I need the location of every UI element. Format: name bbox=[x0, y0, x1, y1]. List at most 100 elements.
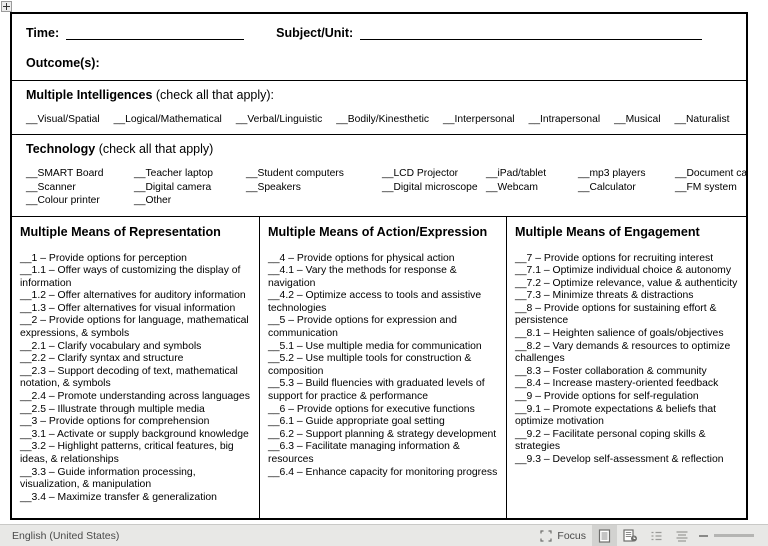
checklist-item[interactable]: __5.3 – Build fluencies with graduated l… bbox=[268, 378, 498, 403]
checklist-item[interactable]: __2.2 – Clarify syntax and structure bbox=[20, 353, 251, 366]
checklist-item[interactable]: __4 – Provide options for physical actio… bbox=[268, 253, 498, 266]
tech-option-ipad-tablet[interactable]: __iPad/tablet bbox=[486, 167, 578, 181]
checklist-item[interactable]: __5 – Provide options for expression and… bbox=[268, 315, 498, 340]
checklist-item[interactable]: __8.1 – Heighten salience of goals/objec… bbox=[515, 328, 738, 341]
multiple-intelligences-section: Multiple Intelligences (check all that a… bbox=[12, 81, 746, 135]
column-representation: Multiple Means of Representation __1 – P… bbox=[12, 216, 260, 518]
tech-option-lcd-projector[interactable]: __LCD Projector bbox=[382, 167, 486, 181]
outline-view-button[interactable] bbox=[669, 525, 695, 546]
checklist-item[interactable]: __1.2 – Offer alternatives for auditory … bbox=[20, 290, 251, 303]
checklist-item[interactable]: __9.3 – Develop self-assessment & reflec… bbox=[515, 454, 738, 467]
checklist-item[interactable]: __8.3 – Foster collaboration & community bbox=[515, 366, 738, 379]
checklist-item[interactable]: __2.4 – Promote understanding across lan… bbox=[20, 391, 251, 404]
tech-option-speakers[interactable]: __Speakers bbox=[246, 181, 382, 195]
subject-unit-label: Subject/Unit: bbox=[276, 26, 354, 40]
subject-unit-input[interactable] bbox=[360, 27, 703, 40]
technology-section: Technology (check all that apply) __SMAR… bbox=[12, 135, 746, 217]
checklist-item[interactable]: __2.3 – Support decoding of text, mathem… bbox=[20, 366, 251, 391]
checklist-item[interactable]: __2.5 – Illustrate through multiple medi… bbox=[20, 404, 251, 417]
tech-option-digital-microscope[interactable]: __Digital microscope bbox=[382, 181, 486, 195]
multiple-intelligences-options: __Visual/Spatial __Logical/Mathematical … bbox=[26, 113, 732, 126]
checklist-item[interactable]: __8 – Provide options for sustaining eff… bbox=[515, 303, 738, 328]
focus-frame-icon bbox=[540, 529, 553, 542]
checklist-item[interactable]: __5.1 – Use multiple media for communica… bbox=[268, 341, 498, 354]
mi-option-intrapersonal[interactable]: __Intrapersonal bbox=[529, 113, 601, 126]
checklist-item[interactable]: __2.1 – Clarify vocabulary and symbols bbox=[20, 341, 251, 354]
checklist-item[interactable]: __7.1 – Optimize individual choice & aut… bbox=[515, 265, 738, 278]
checklist-item[interactable]: __6.2 – Support planning & strategy deve… bbox=[268, 429, 498, 442]
tech-option-mp3-players[interactable]: __mp3 players bbox=[578, 167, 675, 181]
tech-option-other[interactable]: __Other bbox=[134, 194, 246, 208]
column-representation-list: __1 – Provide options for perception __1… bbox=[20, 253, 251, 505]
mi-title-rest: (check all that apply): bbox=[152, 88, 275, 102]
column-action-expression: Multiple Means of Action/Expression __4 … bbox=[260, 216, 507, 518]
mi-title-bold: Multiple Intelligences bbox=[26, 88, 153, 102]
checklist-item[interactable]: __6.4 – Enhance capacity for monitoring … bbox=[268, 467, 498, 480]
tech-option-smart-board[interactable]: __SMART Board bbox=[26, 167, 134, 181]
tech-option-fm-system[interactable]: __FM system bbox=[675, 181, 737, 195]
tech-option-scanner[interactable]: __Scanner bbox=[26, 181, 134, 195]
zoom-slider[interactable] bbox=[695, 534, 768, 537]
status-bar: English (United States) Focus bbox=[0, 524, 768, 546]
multi-page-view-icon bbox=[623, 528, 638, 543]
tech-title-rest: (check all that apply) bbox=[95, 142, 214, 156]
book-view-button[interactable] bbox=[644, 525, 669, 546]
tech-option-teacher-laptop[interactable]: __Teacher laptop bbox=[134, 167, 246, 181]
tech-option-webcam[interactable]: __Webcam bbox=[486, 181, 578, 195]
single-page-view-button[interactable] bbox=[592, 524, 617, 546]
tech-option-calculator[interactable]: __Calculator bbox=[578, 181, 675, 195]
single-page-view-icon bbox=[598, 528, 611, 543]
technology-options-grid: __SMART Board __Teacher laptop __Student… bbox=[26, 167, 746, 208]
checklist-item[interactable]: __8.4 – Increase mastery-oriented feedba… bbox=[515, 378, 738, 391]
checklist-item[interactable]: __9 – Provide options for self-regulatio… bbox=[515, 391, 738, 404]
checklist-item[interactable]: __8.2 – Vary demands & resources to opti… bbox=[515, 341, 738, 366]
mi-option-visual-spatial[interactable]: __Visual/Spatial bbox=[26, 113, 100, 126]
checklist-item[interactable]: __6 – Provide options for executive func… bbox=[268, 404, 498, 417]
zoom-slider-track[interactable] bbox=[714, 534, 754, 537]
mi-option-verbal-linguistic[interactable]: __Verbal/Linguistic bbox=[236, 113, 322, 126]
multi-page-view-button[interactable] bbox=[617, 525, 644, 546]
column-representation-title: Multiple Means of Representation bbox=[20, 224, 221, 239]
tech-option-document-camera[interactable]: __Document camera bbox=[675, 167, 746, 181]
checklist-item[interactable]: __1.1 – Offer ways of customizing the di… bbox=[20, 265, 251, 290]
focus-mode-button[interactable]: Focus bbox=[534, 525, 592, 546]
checklist-item[interactable]: __3.2 – Highlight patterns, critical fea… bbox=[20, 441, 251, 466]
checklist-item[interactable]: __3.4 – Maximize transfer & generalizati… bbox=[20, 492, 251, 505]
checklist-item[interactable]: __1.3 – Offer alternatives for visual in… bbox=[20, 303, 251, 316]
checklist-item[interactable]: __9.1 – Promote expectations & beliefs t… bbox=[515, 404, 738, 429]
tech-title-bold: Technology bbox=[26, 142, 96, 156]
time-label: Time: bbox=[26, 26, 60, 40]
status-bar-right-group: Focus bbox=[534, 524, 768, 546]
time-input[interactable] bbox=[66, 27, 245, 40]
time-subject-row: Time: Subject/Unit: bbox=[26, 26, 732, 40]
tech-option-student-computers[interactable]: __Student computers bbox=[246, 167, 382, 181]
checklist-item[interactable]: __4.2 – Optimize access to tools and ass… bbox=[268, 290, 498, 315]
checklist-item[interactable]: __3.1 – Activate or supply background kn… bbox=[20, 429, 251, 442]
mi-option-naturalist[interactable]: __Naturalist bbox=[675, 113, 730, 126]
zoom-out-icon[interactable] bbox=[699, 534, 708, 537]
checklist-item[interactable]: __3 – Provide options for comprehension bbox=[20, 416, 251, 429]
checklist-item[interactable]: __7.3 – Minimize threats & distractions bbox=[515, 290, 738, 303]
checklist-item[interactable]: __2 – Provide options for language, math… bbox=[20, 315, 251, 340]
tech-option-colour-printer[interactable]: __Colour printer bbox=[26, 194, 134, 208]
checklist-item[interactable]: __9.2 – Facilitate personal coping skill… bbox=[515, 429, 738, 454]
column-engagement-title: Multiple Means of Engagement bbox=[515, 224, 700, 239]
checklist-item[interactable]: __4.1 – Vary the methods for response & … bbox=[268, 265, 498, 290]
column-engagement-list: __7 – Provide options for recruiting int… bbox=[515, 253, 738, 467]
tech-option-digital-camera[interactable]: __Digital camera bbox=[134, 181, 246, 195]
mi-option-logical-mathematical[interactable]: __Logical/Mathematical bbox=[114, 113, 222, 126]
mi-option-interpersonal[interactable]: __Interpersonal bbox=[443, 113, 515, 126]
checklist-item[interactable]: __6.1 – Guide appropriate goal setting bbox=[268, 416, 498, 429]
checklist-item[interactable]: __7.2 – Optimize relevance, value & auth… bbox=[515, 278, 738, 291]
mi-option-bodily-kinesthetic[interactable]: __Bodily/Kinesthetic bbox=[336, 113, 429, 126]
language-status[interactable]: English (United States) bbox=[12, 530, 119, 542]
technology-title: Technology (check all that apply) bbox=[26, 142, 732, 156]
multiple-intelligences-title: Multiple Intelligences (check all that a… bbox=[26, 88, 732, 102]
checklist-item[interactable]: __5.2 – Use multiple tools for construct… bbox=[268, 353, 498, 378]
checklist-item[interactable]: __6.3 – Facilitate managing information … bbox=[268, 441, 498, 466]
mi-option-musical[interactable]: __Musical bbox=[614, 113, 660, 126]
table-move-handle-icon[interactable] bbox=[1, 1, 12, 12]
checklist-item[interactable]: __1 – Provide options for perception bbox=[20, 253, 251, 266]
checklist-item[interactable]: __7 – Provide options for recruiting int… bbox=[515, 253, 738, 266]
checklist-item[interactable]: __3.3 – Guide information processing, vi… bbox=[20, 467, 251, 492]
